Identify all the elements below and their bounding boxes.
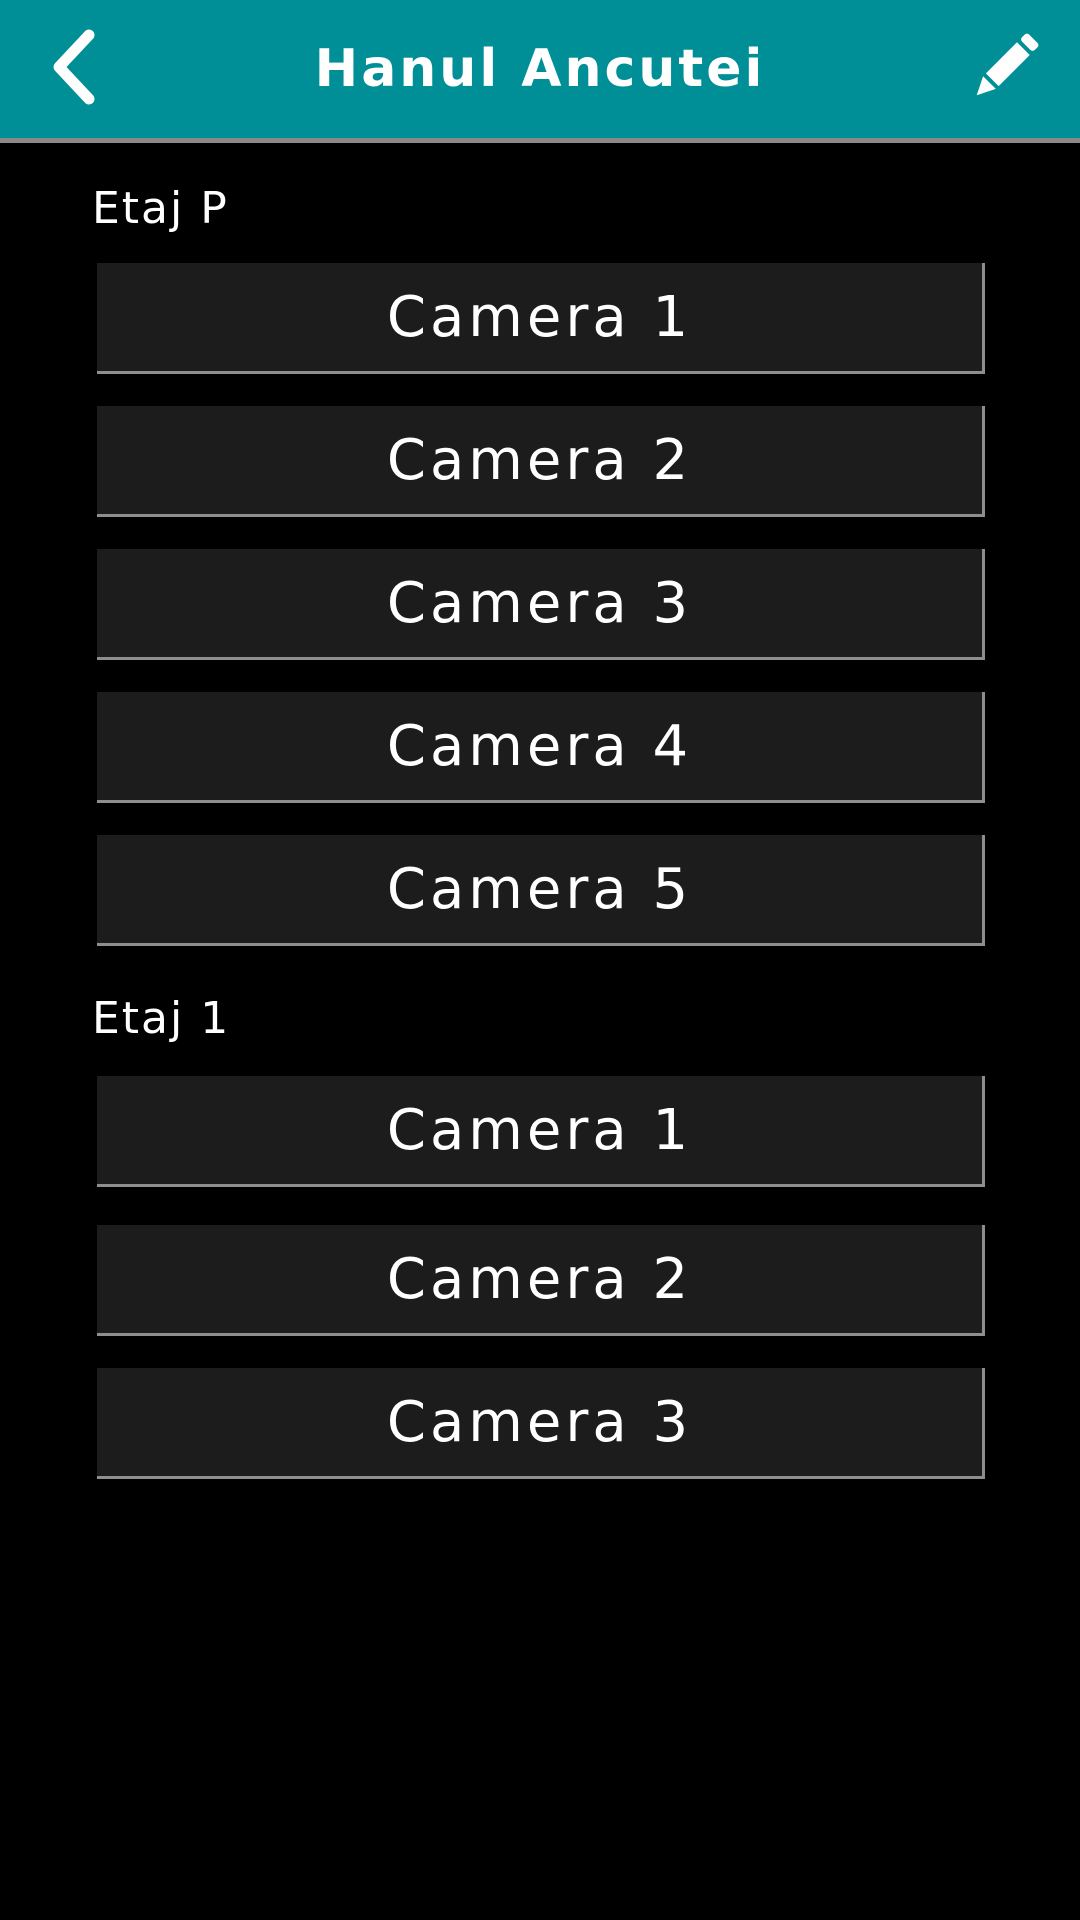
floor-label: Etaj P xyxy=(92,183,229,234)
room-button[interactable]: Camera 3 xyxy=(97,549,985,660)
edit-button[interactable] xyxy=(960,22,1050,112)
app-bar: Hanul Ancutei xyxy=(0,0,1080,143)
room-button[interactable]: Camera 5 xyxy=(97,835,985,946)
room-button[interactable]: Camera 2 xyxy=(97,1225,985,1336)
room-button[interactable]: Camera 4 xyxy=(97,692,985,803)
app-screen: Hanul Ancutei Etaj P Camera 1 Camera 2 C… xyxy=(0,0,1080,1920)
room-button[interactable]: Camera 2 xyxy=(97,406,985,517)
page-title: Hanul Ancutei xyxy=(314,39,766,99)
pencil-icon xyxy=(976,33,1039,96)
floor-label: Etaj 1 xyxy=(92,993,231,1044)
back-button[interactable] xyxy=(30,22,120,112)
room-button[interactable]: Camera 1 xyxy=(97,263,985,374)
room-button[interactable]: Camera 3 xyxy=(97,1368,985,1479)
room-button[interactable]: Camera 1 xyxy=(97,1076,985,1187)
chevron-left-icon xyxy=(53,29,95,105)
